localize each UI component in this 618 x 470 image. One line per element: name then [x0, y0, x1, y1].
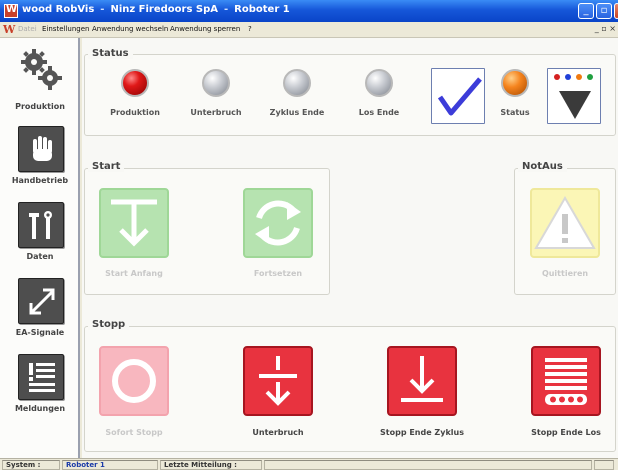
check-icon [437, 77, 482, 116]
nav-label-handbetrieb: Handbetrieb [11, 176, 69, 185]
list-dots-icon [545, 358, 587, 405]
nav-item-meldungen[interactable]: Meldungen [0, 350, 80, 426]
dropdown-status-button[interactable] [547, 68, 601, 124]
unterbruch-button[interactable] [243, 346, 313, 416]
mdi-window-controls[interactable]: _ ▫ × [595, 24, 616, 33]
minimize-button[interactable]: _ [578, 3, 594, 19]
fortsetzen-button[interactable] [243, 188, 313, 258]
label-status: Status [500, 108, 530, 117]
nav-label-meldungen: Meldungen [14, 404, 66, 413]
warning-icon [534, 196, 596, 249]
last-message-value [264, 460, 592, 470]
stopp-ende-los-button[interactable] [531, 346, 601, 416]
menu-bar: W Datei Einstellungen Anwendung wechseln… [0, 22, 618, 38]
start-anfang-button[interactable] [99, 188, 169, 258]
stopp-ende-los-label: Stopp Ende Los [531, 428, 601, 437]
status-title: Status [88, 48, 133, 59]
unterbruch-label: Unterbruch [252, 428, 304, 437]
label-produktion: Produktion [110, 108, 160, 117]
title-bar: wood RobVis-Ninz Firedoors SpA-Roboter 1… [0, 0, 618, 22]
label-unterbruch: Unterbruch [190, 108, 242, 117]
system-label: System : [2, 460, 60, 470]
menu-anwendung-sperren[interactable]: Anwendung sperren [170, 25, 240, 33]
nav-label-produktion: Produktion [15, 102, 65, 111]
nav-item-handbetrieb[interactable]: Handbetrieb [0, 122, 80, 198]
nav-item-produktion[interactable]: Produktion [0, 40, 80, 116]
menu-help[interactable]: ? [248, 25, 252, 33]
stopp-ende-zyklus-label: Stopp Ende Zyklus [380, 428, 464, 437]
quittieren-label: Quittieren [541, 269, 589, 278]
led-status [501, 69, 529, 97]
circle-icon [112, 359, 156, 403]
tools-icon [18, 202, 64, 248]
label-los-ende: Los Ende [358, 108, 400, 117]
hand-icon [18, 126, 64, 172]
main-panel: Status Produktion Unterbruch Zyklus Ende… [82, 38, 618, 458]
quittieren-button[interactable] [530, 188, 600, 258]
nav-label-daten: Daten [26, 252, 54, 261]
led-dropdown-icon [554, 74, 593, 119]
led-produktion [121, 69, 149, 97]
gears-icon [18, 46, 64, 92]
label-zyklus-ende: Zyklus Ende [269, 108, 325, 117]
arrows-diagonal-icon [18, 278, 64, 324]
check-status-button[interactable] [431, 68, 485, 124]
menu-einstellungen[interactable]: Einstellungen [42, 25, 89, 33]
status-extra-cell [594, 460, 614, 470]
start-anfang-label: Start Anfang [105, 269, 163, 278]
led-unterbruch [202, 69, 230, 97]
menu-anwendung-wechseln[interactable]: Anwendung wechseln [92, 25, 168, 33]
sofort-stopp-button[interactable] [99, 346, 169, 416]
app-name: wood RobVis [22, 4, 95, 15]
last-message-label: Letzte Mitteilung : [160, 460, 262, 470]
download-arrow-icon [111, 199, 157, 247]
robot-name: Roboter 1 [234, 4, 290, 15]
app-logo-icon: W [3, 23, 16, 36]
nav-label-ea-signale: EA-Signale [15, 328, 65, 337]
refresh-icon [255, 200, 301, 246]
start-title: Start [88, 161, 125, 172]
down-arrow-bar-icon [401, 356, 443, 402]
company-name: Ninz Firedoors SpA [110, 4, 219, 15]
led-los-ende [365, 69, 393, 97]
maximize-button[interactable]: ▫ [596, 3, 612, 19]
status-bar: System : Roboter 1 Letzte Mitteilung : [0, 458, 618, 470]
status-group [84, 54, 616, 136]
sidebar-nav: Produktion Handbetrieb Daten EA-Signale … [0, 38, 80, 458]
led-zyklus-ende [283, 69, 311, 97]
message-list-icon [18, 354, 64, 400]
nav-item-daten[interactable]: Daten [0, 198, 80, 274]
system-value: Roboter 1 [62, 460, 158, 470]
sofort-stopp-label: Sofort Stopp [105, 428, 163, 437]
stopp-ende-zyklus-button[interactable] [387, 346, 457, 416]
close-button[interactable] [614, 3, 618, 19]
window-title: wood RobVis - Ninz Firedoors SpA - Roboter 1 [22, 4, 290, 15]
menu-datei[interactable]: Datei [18, 25, 37, 33]
fortsetzen-label: Fortsetzen [253, 269, 303, 278]
notaus-title: NotAus [518, 161, 567, 172]
nav-item-ea-signale[interactable]: EA-Signale [0, 274, 80, 350]
app-icon [4, 4, 18, 18]
stopp-title: Stopp [88, 319, 130, 330]
split-arrow-icon [259, 356, 297, 406]
